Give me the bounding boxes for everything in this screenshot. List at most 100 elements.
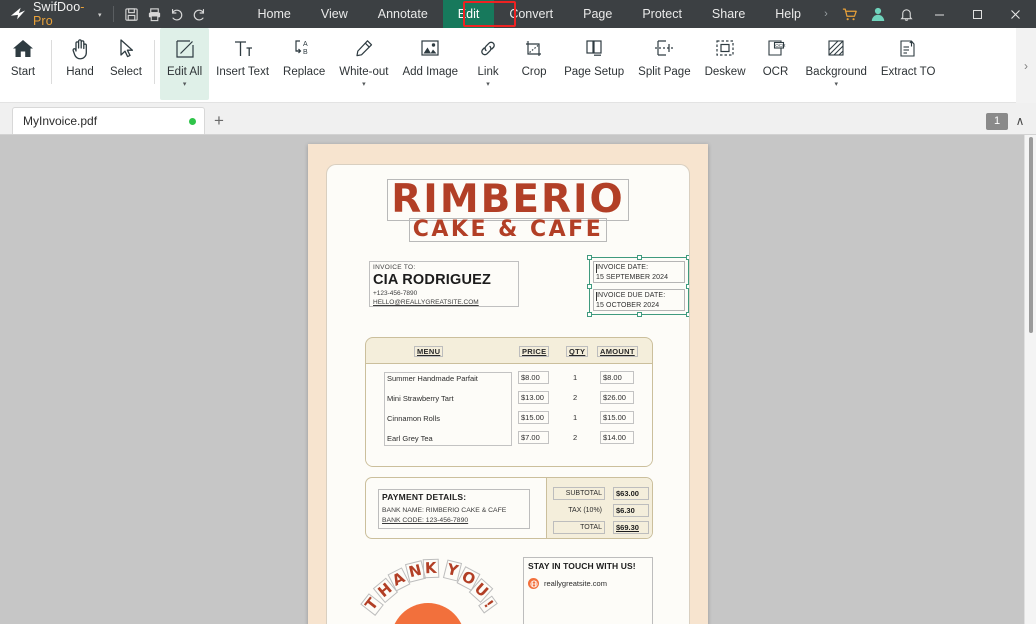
pdf-viewer-canvas[interactable]: RIMBERIO CAKE & CAFE INVOICE TO: CIA ROD…	[0, 135, 1036, 624]
chevron-down-icon[interactable]: ▾	[834, 81, 838, 88]
tax-value[interactable]: $6.30	[613, 504, 649, 517]
invoice-due-date-textbox[interactable]: INVOICE DUE DATE: 15 OCTOBER 2024	[593, 289, 685, 311]
qty-cell[interactable]: 1	[570, 411, 580, 424]
amount-cell[interactable]: $14.00	[600, 431, 634, 444]
resize-handle-e[interactable]	[686, 284, 689, 289]
tool-label: Crop	[521, 66, 547, 78]
company-logo[interactable]: RIMBERIO CAKE & CAFE	[327, 179, 689, 243]
scrollbar-thumb[interactable]	[1029, 137, 1033, 333]
tool-insert-text[interactable]: Insert Text	[209, 28, 276, 100]
chevron-down-icon[interactable]: ▾	[183, 81, 187, 88]
tool-label: Insert Text	[216, 66, 270, 78]
resize-handle-nw[interactable]	[587, 255, 592, 260]
collapse-ribbon-chevron-icon[interactable]: ∧	[1010, 111, 1030, 131]
amount-cell[interactable]: $15.00	[600, 411, 634, 424]
ribbon-overflow-chevron-icon[interactable]: ›	[1016, 28, 1036, 103]
invoice-to-block[interactable]: INVOICE TO: CIA RODRIGUEZ +123-456-7890 …	[369, 261, 519, 307]
menu-table[interactable]: MENU PRICE QTY AMOUNT Summer Handmade Pa…	[365, 337, 653, 467]
client-phone: +123-456-7890	[373, 290, 418, 297]
resize-handle-sw[interactable]	[587, 312, 592, 317]
resize-handle-w[interactable]	[587, 284, 592, 289]
invoice-dates-selected-block[interactable]: INVOICE DATE: 15 SEPTEMBER 2024 INVOICE …	[587, 255, 689, 317]
invoice-date-value: 15 SEPTEMBER 2024	[596, 274, 669, 281]
tool-split-page[interactable]: Split Page	[631, 28, 697, 100]
tool-page-setup[interactable]: Page Setup	[557, 28, 631, 100]
price-cell[interactable]: $8.00	[518, 371, 549, 384]
chevron-down-icon[interactable]: ▾	[362, 81, 366, 88]
column-header-menu: MENU	[414, 346, 444, 357]
tool-hand[interactable]: Hand	[57, 28, 103, 100]
tool-deskew[interactable]: Deskew	[698, 28, 753, 100]
user-avatar-icon[interactable]	[864, 0, 892, 28]
undo-icon[interactable]	[165, 3, 188, 25]
total-value[interactable]: $69.30	[613, 521, 649, 534]
pdf-page-1[interactable]: RIMBERIO CAKE & CAFE INVOICE TO: CIA ROD…	[308, 144, 708, 624]
redo-icon[interactable]	[188, 3, 211, 25]
qty-cell[interactable]: 2	[570, 391, 580, 404]
tool-white-out[interactable]: White-out ▾	[332, 28, 395, 100]
resize-handle-s[interactable]	[637, 312, 642, 317]
edit-pencil-icon	[174, 35, 196, 62]
thank-you-artwork[interactable]: T H A N K Y O U !	[360, 555, 511, 624]
resize-handle-se[interactable]	[686, 312, 689, 317]
tool-ocr[interactable]: OCR OCR	[753, 28, 799, 100]
menu-cell: Earl Grey Tea	[387, 434, 433, 443]
ocr-icon: OCR	[765, 35, 787, 62]
payment-details-block[interactable]: PAYMENT DETAILS: BANK NAME: RIMBERIO CAK…	[378, 489, 530, 529]
invoice-date-textbox[interactable]: INVOICE DATE: 15 SEPTEMBER 2024	[593, 261, 685, 283]
menu-view[interactable]: View	[306, 0, 363, 28]
print-icon[interactable]	[143, 3, 166, 25]
page-number-badge[interactable]: 1	[986, 112, 1008, 130]
subtotal-value[interactable]: $63.00	[613, 487, 649, 500]
background-icon	[825, 35, 847, 62]
tool-add-image[interactable]: Add Image	[395, 28, 465, 100]
menu-protect[interactable]: Protect	[627, 0, 697, 28]
tool-select[interactable]: Select	[103, 28, 149, 100]
tool-start[interactable]: Start	[0, 28, 46, 100]
price-cell[interactable]: $7.00	[518, 431, 549, 444]
chevron-down-icon[interactable]: ▾	[486, 81, 490, 88]
text-caret	[596, 264, 597, 273]
qty-cell[interactable]: 1	[570, 371, 580, 384]
tool-crop[interactable]: Crop	[511, 28, 557, 100]
tool-replace[interactable]: A B Replace	[276, 28, 332, 100]
notification-bell-icon[interactable]	[892, 0, 920, 28]
minimize-button[interactable]	[920, 0, 958, 28]
menu-convert[interactable]: Convert	[494, 0, 568, 28]
amount-cell[interactable]: $26.00	[600, 391, 634, 404]
main-menu-bar: Home View Annotate Edit Convert Page Pro…	[243, 0, 816, 28]
price-cell[interactable]: $13.00	[518, 391, 549, 404]
menu-share[interactable]: Share	[697, 0, 760, 28]
tool-edit-all[interactable]: Edit All ▾	[160, 28, 210, 100]
qty-cell[interactable]: 2	[570, 431, 580, 444]
price-cell[interactable]: $15.00	[518, 411, 549, 424]
tool-background[interactable]: Background ▾	[799, 28, 874, 100]
app-brand[interactable]: SwifDoo-Pro ▾	[0, 0, 106, 28]
amount-cell[interactable]: $8.00	[600, 371, 634, 384]
resize-handle-n[interactable]	[637, 255, 642, 260]
menu-page[interactable]: Page	[568, 0, 627, 28]
logo-line-2: CAKE & CAFE	[408, 217, 608, 243]
tool-extract-to[interactable]: Extract TO	[874, 28, 943, 100]
menu-home[interactable]: Home	[243, 0, 306, 28]
menu-edit[interactable]: Edit	[442, 0, 495, 28]
close-button[interactable]	[996, 0, 1034, 28]
subtotal-label: SUBTOTAL	[553, 487, 605, 500]
website-row[interactable]: reallygreatsite.com	[528, 578, 648, 589]
menu-help[interactable]: Help	[760, 0, 816, 28]
save-icon[interactable]	[120, 3, 143, 25]
totals-panel: SUBTOTAL $63.00 TAX (10%) $6.30 TOTAL $6…	[546, 478, 652, 538]
maximize-button[interactable]	[958, 0, 996, 28]
stay-in-touch-block[interactable]: STAY IN TOUCH WITH US! reallygreatsite.c…	[523, 557, 653, 624]
payment-details-title: PAYMENT DETAILS:	[382, 492, 467, 502]
resize-handle-ne[interactable]	[686, 255, 689, 260]
menu-column-textbox[interactable]: Summer Handmade Parfait Mini Strawberry …	[384, 372, 512, 446]
tool-link[interactable]: Link ▾	[465, 28, 511, 100]
chevron-down-icon[interactable]: ▾	[98, 11, 102, 19]
new-tab-button[interactable]: +	[205, 107, 233, 134]
vertical-scrollbar[interactable]	[1024, 135, 1036, 624]
menu-overflow-chevron-icon[interactable]: ›	[816, 8, 836, 20]
document-tab-myinvoice[interactable]: MyInvoice.pdf	[12, 107, 205, 134]
menu-annotate[interactable]: Annotate	[363, 0, 443, 28]
cart-icon[interactable]	[836, 0, 864, 28]
